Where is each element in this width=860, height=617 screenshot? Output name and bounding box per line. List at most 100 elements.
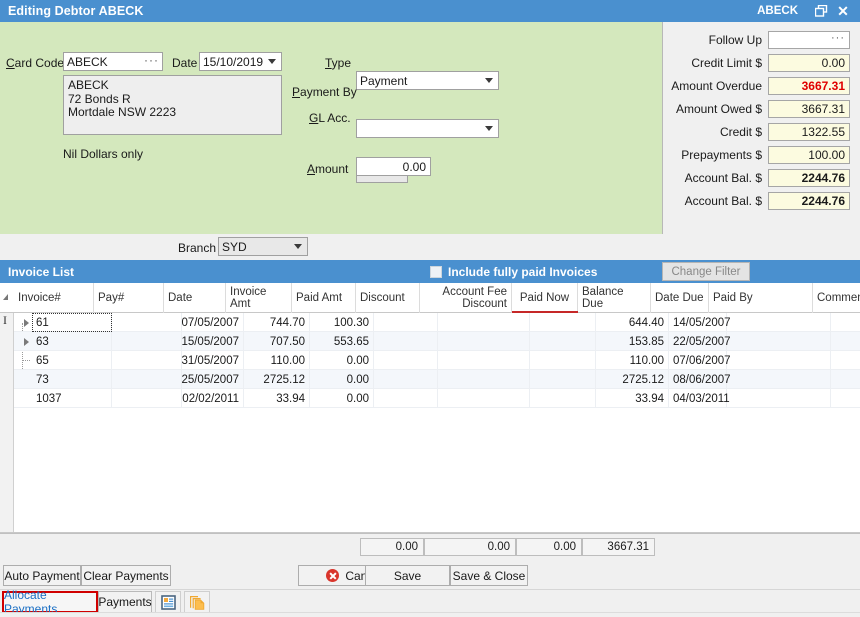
follow-up-lookup-icon[interactable]: ··· (831, 34, 845, 46)
cell-date-due[interactable]: 04/03/2011 (669, 389, 727, 408)
col-header-paid-by[interactable]: Paid By (709, 283, 813, 313)
change-filter-button[interactable]: Change Filter (662, 262, 750, 281)
cell-paid-amt[interactable]: 0.00 (310, 351, 374, 370)
cell-invoice-no[interactable]: 65 (32, 351, 112, 370)
type-select[interactable]: Payment (356, 71, 499, 90)
cell-invoice-no[interactable]: 63 (32, 332, 112, 351)
col-header-paid-amt[interactable]: Paid Amt (292, 283, 356, 313)
cell-paid-now[interactable] (530, 351, 596, 370)
col-header-comment[interactable]: Commen (813, 283, 860, 313)
sort-indicator-icon[interactable] (3, 294, 8, 300)
tab-allocate-payments[interactable]: Allocate Payments (2, 591, 98, 613)
col-header-balance-due[interactable]: Balance Due (578, 283, 651, 313)
cell-pay-no[interactable] (112, 370, 182, 389)
cell-balance-due[interactable]: 2725.12 (596, 370, 669, 389)
save-close-button[interactable]: Save & Close (450, 565, 528, 586)
cell-comment[interactable] (831, 332, 860, 351)
cell-date-due[interactable]: 08/06/2007 (669, 370, 727, 389)
cell-comment[interactable] (831, 351, 860, 370)
auto-payment-button[interactable]: Auto Payment (3, 565, 81, 586)
cell-balance-due[interactable]: 33.94 (596, 389, 669, 408)
cell-paid-by[interactable] (727, 313, 831, 332)
cell-account-fee-discount[interactable] (438, 370, 530, 389)
cell-discount[interactable] (374, 389, 438, 408)
col-header-paid-now[interactable]: Paid Now (512, 283, 578, 313)
cell-invoice-amt[interactable]: 33.94 (244, 389, 310, 408)
amount-input[interactable]: 0.00 (356, 157, 431, 176)
cell-account-fee-discount[interactable] (438, 313, 530, 332)
cell-date[interactable]: 02/02/2011 (182, 389, 244, 408)
cell-date[interactable]: 15/05/2007 (182, 332, 244, 351)
cell-paid-amt[interactable]: 100.30 (310, 313, 374, 332)
cell-invoice-amt[interactable]: 707.50 (244, 332, 310, 351)
chevron-down-icon[interactable] (482, 122, 496, 136)
cell-date-due[interactable]: 22/05/2007 (669, 332, 727, 351)
cell-account-fee-discount[interactable] (438, 351, 530, 370)
clear-payments-button[interactable]: Clear Payments (81, 565, 171, 586)
cell-paid-by[interactable] (727, 351, 831, 370)
cell-paid-by[interactable] (727, 389, 831, 408)
cell-pay-no[interactable] (112, 313, 182, 332)
table-row[interactable]: 1037 02/02/2011 33.94 0.00 33.94 04/03/2… (14, 389, 860, 408)
cell-paid-now[interactable] (530, 370, 596, 389)
cell-account-fee-discount[interactable] (438, 332, 530, 351)
cell-discount[interactable] (374, 351, 438, 370)
restore-window-icon[interactable] (810, 0, 832, 22)
cell-paid-amt[interactable]: 0.00 (310, 389, 374, 408)
cell-paid-by[interactable] (727, 370, 831, 389)
cell-invoice-no[interactable]: 1037 (32, 389, 112, 408)
chevron-down-icon[interactable] (265, 55, 279, 69)
cell-account-fee-discount[interactable] (438, 389, 530, 408)
chevron-down-icon[interactable] (482, 74, 496, 88)
cell-discount[interactable] (374, 313, 438, 332)
chevron-down-icon[interactable] (291, 240, 305, 254)
include-paid-checkbox-group[interactable]: Include fully paid Invoices (430, 260, 597, 283)
table-row[interactable]: 65 31/05/2007 110.00 0.00 110.00 07/06/2… (14, 351, 860, 370)
row-expander-icon[interactable] (24, 338, 29, 346)
cell-paid-amt[interactable]: 0.00 (310, 370, 374, 389)
cell-pay-no[interactable] (112, 351, 182, 370)
document-details-icon[interactable] (155, 591, 181, 613)
cell-comment[interactable] (831, 370, 860, 389)
cell-comment[interactable] (831, 313, 860, 332)
cell-date[interactable]: 07/05/2007 (182, 313, 244, 332)
cell-pay-no[interactable] (112, 389, 182, 408)
table-row[interactable]: 61 07/05/2007 744.70 100.30 644.40 14/05… (14, 313, 860, 332)
payment-by-select[interactable] (356, 119, 499, 138)
cell-date-due[interactable]: 14/05/2007 (669, 313, 727, 332)
date-input[interactable]: 15/10/2019 (199, 52, 282, 71)
cell-date[interactable]: 25/05/2007 (182, 370, 244, 389)
col-header-discount[interactable]: Discount (356, 283, 420, 313)
save-button[interactable]: Save (365, 565, 450, 586)
copy-documents-icon[interactable] (184, 591, 210, 613)
cell-balance-due[interactable]: 644.40 (596, 313, 669, 332)
col-header-pay-no[interactable]: Pay# (94, 283, 164, 313)
cell-invoice-amt[interactable]: 110.00 (244, 351, 310, 370)
cell-paid-now[interactable] (530, 389, 596, 408)
col-header-invoice-no[interactable]: Invoice# (14, 283, 94, 313)
cell-paid-amt[interactable]: 553.65 (310, 332, 374, 351)
follow-up-input[interactable]: ··· (768, 31, 850, 49)
cell-discount[interactable] (374, 332, 438, 351)
cell-date[interactable]: 31/05/2007 (182, 351, 244, 370)
cell-pay-no[interactable] (112, 332, 182, 351)
cell-invoice-amt[interactable]: 744.70 (244, 313, 310, 332)
table-row[interactable]: 73 25/05/2007 2725.12 0.00 2725.12 08/06… (14, 370, 860, 389)
cell-date-due[interactable]: 07/06/2007 (669, 351, 727, 370)
col-header-date[interactable]: Date (164, 283, 226, 313)
card-code-input[interactable]: ABECK ··· (63, 52, 163, 71)
card-code-lookup-icon[interactable]: ··· (144, 55, 159, 69)
cell-invoice-no[interactable]: 73 (32, 370, 112, 389)
cell-invoice-amt[interactable]: 2725.12 (244, 370, 310, 389)
col-header-date-due[interactable]: Date Due (651, 283, 709, 313)
cell-balance-due[interactable]: 153.85 (596, 332, 669, 351)
cell-comment[interactable] (831, 389, 860, 408)
close-icon[interactable]: ✕ (832, 0, 854, 22)
table-row[interactable]: 63 15/05/2007 707.50 553.65 153.85 22/05… (14, 332, 860, 351)
col-header-account-fee-discount[interactable]: Account Fee Discount (420, 283, 512, 313)
tab-payments[interactable]: Payments (98, 591, 152, 613)
col-header-invoice-amt[interactable]: Invoice Amt (226, 283, 292, 313)
cell-paid-now[interactable] (530, 332, 596, 351)
branch-select[interactable]: SYD (218, 237, 308, 256)
cell-paid-now[interactable] (530, 313, 596, 332)
